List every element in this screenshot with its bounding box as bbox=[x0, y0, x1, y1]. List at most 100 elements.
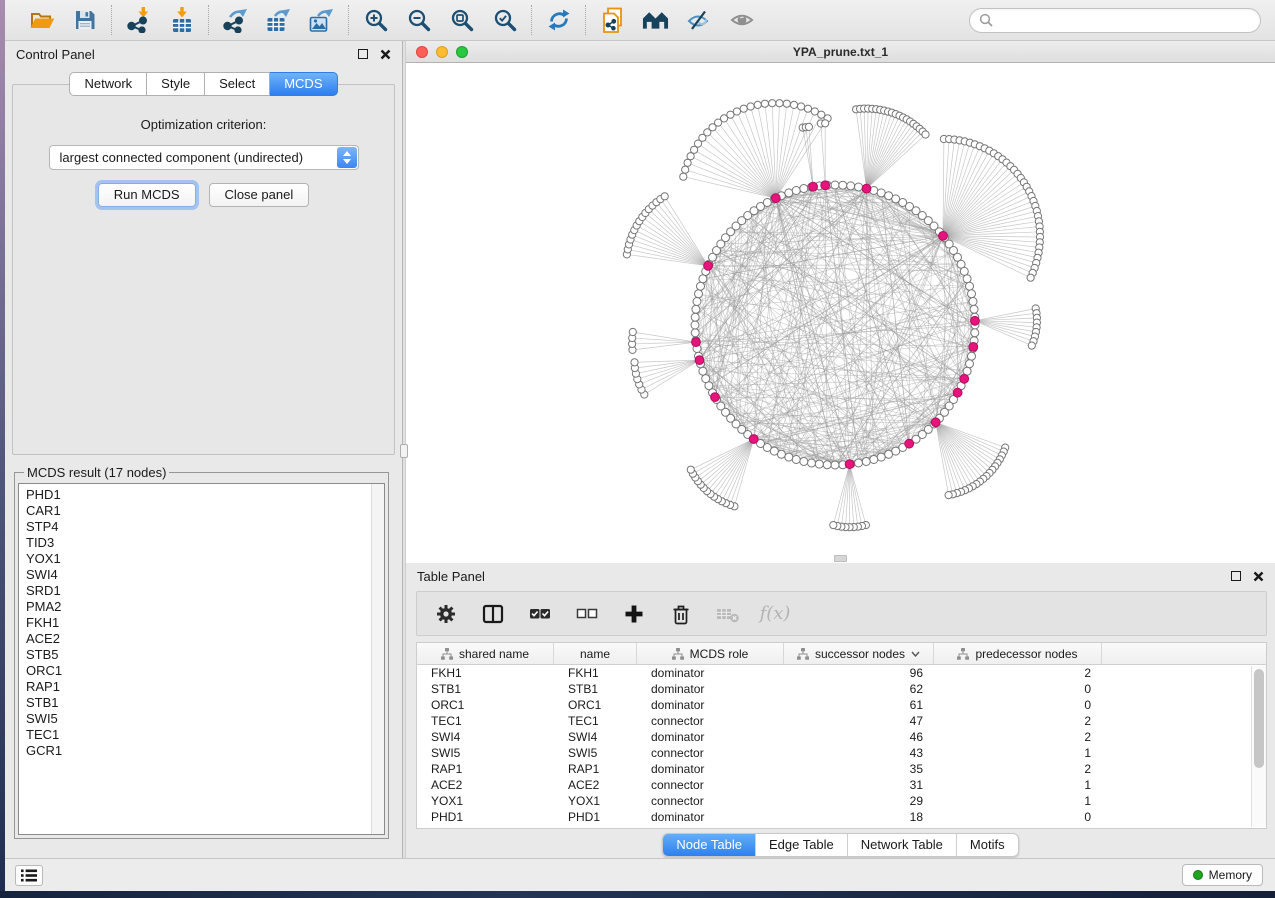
network-leaf-node[interactable] bbox=[661, 193, 668, 200]
network-leaf-node[interactable] bbox=[631, 359, 638, 366]
cell-name[interactable]: SWI4 bbox=[554, 729, 637, 745]
import-table-button[interactable] bbox=[168, 7, 195, 34]
network-leaf-node[interactable] bbox=[805, 123, 812, 130]
cell-predecessor-nodes[interactable]: 0 bbox=[934, 809, 1102, 825]
mcds-hub-node[interactable] bbox=[939, 232, 948, 241]
mcds-result-item[interactable]: STB1 bbox=[26, 695, 384, 711]
cell-successor-nodes[interactable]: 46 bbox=[784, 729, 934, 745]
select-all-rows-button[interactable] bbox=[528, 602, 552, 626]
cell-name[interactable]: TEC1 bbox=[554, 713, 637, 729]
network-leaf-node[interactable] bbox=[922, 131, 929, 138]
table-row[interactable]: ORC1ORC1dominator610 bbox=[417, 697, 1266, 713]
tab-select[interactable]: Select bbox=[205, 72, 270, 96]
add-column-button[interactable] bbox=[622, 602, 646, 626]
show-eye-button[interactable] bbox=[728, 7, 755, 34]
cell-MCDS-role[interactable]: dominator bbox=[637, 681, 784, 697]
network-node[interactable] bbox=[692, 305, 700, 313]
network-node[interactable] bbox=[855, 183, 863, 191]
network-node[interactable] bbox=[966, 360, 974, 368]
cell-predecessor-nodes[interactable]: 0 bbox=[934, 681, 1102, 697]
mcds-hub-node[interactable] bbox=[969, 343, 978, 352]
cell-name[interactable]: RAP1 bbox=[554, 761, 637, 777]
network-node[interactable] bbox=[855, 459, 863, 467]
network-node[interactable] bbox=[808, 459, 816, 467]
network-node[interactable] bbox=[968, 352, 976, 360]
network-node[interactable] bbox=[792, 187, 800, 195]
network-node[interactable] bbox=[691, 329, 699, 337]
cell-shared-name[interactable]: ACE2 bbox=[417, 777, 554, 793]
mcds-result-item[interactable]: STP4 bbox=[26, 519, 384, 535]
mcds-result-item[interactable]: FKH1 bbox=[26, 615, 384, 631]
cell-MCDS-role[interactable]: connector bbox=[637, 745, 784, 761]
column-header-predecessor-nodes[interactable]: predecessor nodes bbox=[934, 643, 1102, 664]
network-node[interactable] bbox=[792, 456, 800, 464]
column-view-button[interactable] bbox=[481, 602, 505, 626]
mcds-result-item[interactable]: ACE2 bbox=[26, 631, 384, 647]
network-window-titlebar[interactable]: YPA_prune.txt_1 bbox=[406, 41, 1275, 63]
tab-mcds[interactable]: MCDS bbox=[270, 72, 337, 96]
mcds-result-item[interactable]: TEC1 bbox=[26, 727, 384, 743]
cell-name[interactable]: ORC1 bbox=[554, 697, 637, 713]
cell-shared-name[interactable]: RAP1 bbox=[417, 761, 554, 777]
cell-shared-name[interactable]: FKH1 bbox=[417, 665, 554, 681]
cell-successor-nodes[interactable]: 35 bbox=[784, 761, 934, 777]
network-canvas[interactable] bbox=[406, 63, 1275, 563]
cell-predecessor-nodes[interactable]: 1 bbox=[934, 745, 1102, 761]
refresh-button[interactable] bbox=[545, 7, 572, 34]
mcds-hub-node[interactable] bbox=[971, 316, 980, 325]
cell-MCDS-role[interactable]: dominator bbox=[637, 809, 784, 825]
column-header-shared-name[interactable]: shared name bbox=[417, 643, 554, 664]
network-node[interactable] bbox=[862, 458, 870, 466]
network-leaf-node[interactable] bbox=[769, 100, 776, 107]
mcds-hub-node[interactable] bbox=[692, 338, 701, 347]
cell-name[interactable]: STB1 bbox=[554, 681, 637, 697]
cell-predecessor-nodes[interactable]: 2 bbox=[934, 761, 1102, 777]
table-row[interactable]: RAP1RAP1dominator352 bbox=[417, 761, 1266, 777]
deselect-all-rows-button[interactable] bbox=[575, 602, 599, 626]
mcds-hub-node[interactable] bbox=[749, 435, 758, 444]
tab-style[interactable]: Style bbox=[147, 72, 205, 96]
task-history-button[interactable] bbox=[15, 865, 43, 886]
mcds-result-item[interactable]: SWI5 bbox=[26, 711, 384, 727]
export-network-button[interactable] bbox=[222, 7, 249, 34]
cell-predecessor-nodes[interactable]: 2 bbox=[934, 713, 1102, 729]
float-table-panel-icon[interactable] bbox=[1231, 571, 1241, 581]
mcds-hub-node[interactable] bbox=[695, 356, 704, 365]
table-row[interactable]: SWI5SWI5connector431 bbox=[417, 745, 1266, 761]
table-scrollbar[interactable] bbox=[1251, 666, 1266, 827]
network-node[interactable] bbox=[815, 460, 823, 468]
network-graph[interactable] bbox=[406, 63, 1275, 563]
network-leaf-node[interactable] bbox=[1028, 342, 1035, 349]
network-node[interactable] bbox=[831, 181, 839, 189]
delete-column-button[interactable] bbox=[669, 602, 693, 626]
close-panel-icon[interactable] bbox=[380, 49, 391, 60]
cell-successor-nodes[interactable]: 43 bbox=[784, 745, 934, 761]
minimize-window-icon[interactable] bbox=[436, 46, 448, 58]
zoom-fit-button[interactable] bbox=[448, 7, 475, 34]
network-node[interactable] bbox=[885, 450, 893, 458]
mcds-hub-node[interactable] bbox=[821, 181, 830, 190]
mcds-result-item[interactable]: TID3 bbox=[26, 535, 384, 551]
mcds-result-item[interactable]: CAR1 bbox=[26, 503, 384, 519]
mcds-hub-node[interactable] bbox=[931, 418, 940, 427]
memory-button[interactable]: Memory bbox=[1182, 864, 1263, 886]
mcds-result-item[interactable]: PHD1 bbox=[26, 487, 384, 503]
network-node[interactable] bbox=[971, 329, 979, 337]
cell-MCDS-role[interactable]: connector bbox=[637, 793, 784, 809]
cell-predecessor-nodes[interactable]: 2 bbox=[934, 665, 1102, 681]
network-node[interactable] bbox=[969, 298, 977, 306]
network-node[interactable] bbox=[870, 456, 878, 464]
network-leaf-node[interactable] bbox=[804, 105, 811, 112]
network-node[interactable] bbox=[785, 189, 793, 197]
network-node[interactable] bbox=[691, 313, 699, 321]
search-network-button[interactable] bbox=[642, 7, 669, 34]
table-row[interactable]: SWI4SWI4dominator462 bbox=[417, 729, 1266, 745]
network-leaf-node[interactable] bbox=[776, 100, 783, 107]
table-settings-button[interactable] bbox=[434, 602, 458, 626]
network-leaf-node[interactable] bbox=[740, 105, 747, 112]
cell-name[interactable]: ACE2 bbox=[554, 777, 637, 793]
tab-network[interactable]: Network bbox=[69, 72, 147, 96]
cell-MCDS-role[interactable]: dominator bbox=[637, 697, 784, 713]
network-leaf-node[interactable] bbox=[830, 522, 837, 529]
network-leaf-node[interactable] bbox=[822, 120, 829, 127]
